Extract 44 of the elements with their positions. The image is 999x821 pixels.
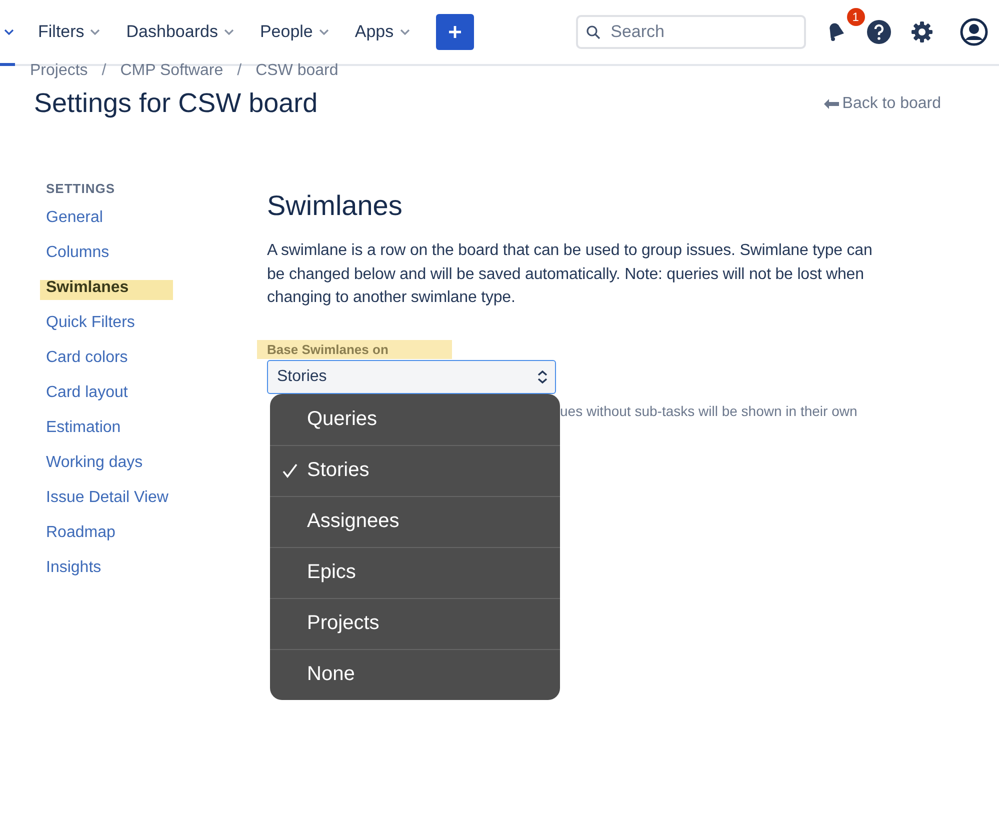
notifications-button[interactable]: 1: [824, 8, 864, 44]
field-hint: ues without sub-tasks will be shown in their own: [560, 402, 858, 418]
page-title: Settings for CSW board: [34, 88, 318, 119]
search-icon: [586, 24, 601, 40]
plus-icon: [446, 24, 463, 40]
avatar-icon[interactable]: [960, 18, 988, 46]
select-arrows-icon: [537, 370, 548, 384]
sidebar-heading: SETTINGS: [46, 181, 116, 196]
chevron-down-icon: [224, 29, 234, 35]
sidebar-item[interactable]: Card layout: [46, 383, 128, 418]
chevron-down-icon: [400, 29, 410, 35]
menu-option[interactable]: Projects: [270, 598, 560, 648]
section-title: Swimlanes: [267, 190, 404, 222]
menu-option[interactable]: Stories: [270, 444, 560, 496]
arrow-left-icon: [824, 98, 840, 108]
sidebar-item[interactable]: General: [46, 208, 103, 243]
sidebar-item[interactable]: Card colors: [46, 348, 128, 383]
sidebar-item[interactable]: Insights: [46, 558, 102, 593]
nav-menu-item[interactable]: Dashboards: [126, 22, 234, 42]
create-button[interactable]: [436, 14, 474, 50]
help-icon[interactable]: [866, 19, 892, 45]
menu-chevron-icon[interactable]: [4, 29, 14, 35]
swimlane-select[interactable]: Stories: [267, 360, 556, 394]
nav-menu-item[interactable]: Filters: [38, 22, 100, 42]
sidebar-item[interactable]: Estimation: [46, 418, 121, 453]
nav-menu-item[interactable]: Apps: [354, 22, 410, 42]
settings-icon[interactable]: [910, 20, 934, 44]
chevron-down-icon: [90, 29, 100, 35]
sidebar-item[interactable]: Columns: [46, 243, 110, 278]
menu-option[interactable]: Epics: [270, 546, 560, 598]
sidebar-item[interactable]: Quick Filters: [46, 313, 135, 348]
chevron-down-icon: [318, 29, 329, 35]
field-label: Base Swimlanes on: [257, 340, 452, 358]
section-description: A swimlane is a row on the board that can be used to group issues. Swimlane type can be changed below and will be saved automatically. Note: queries will not be lost when changing to another swimlane type.: [267, 241, 874, 308]
sidebar-item[interactable]: Roadmap: [46, 523, 116, 558]
notification-badge: 1: [846, 8, 865, 26]
back-link[interactable]: Back to board: [824, 94, 941, 112]
nav-menu-item[interactable]: People: [260, 22, 329, 42]
menu-option[interactable]: Queries: [270, 394, 560, 444]
menu-option[interactable]: Assignees: [270, 496, 560, 546]
search-field[interactable]: Search: [576, 15, 806, 49]
sidebar-item[interactable]: Issue Detail View: [46, 488, 168, 523]
menu-option[interactable]: None: [270, 648, 560, 700]
sidebar-item[interactable]: Working days: [46, 453, 143, 488]
